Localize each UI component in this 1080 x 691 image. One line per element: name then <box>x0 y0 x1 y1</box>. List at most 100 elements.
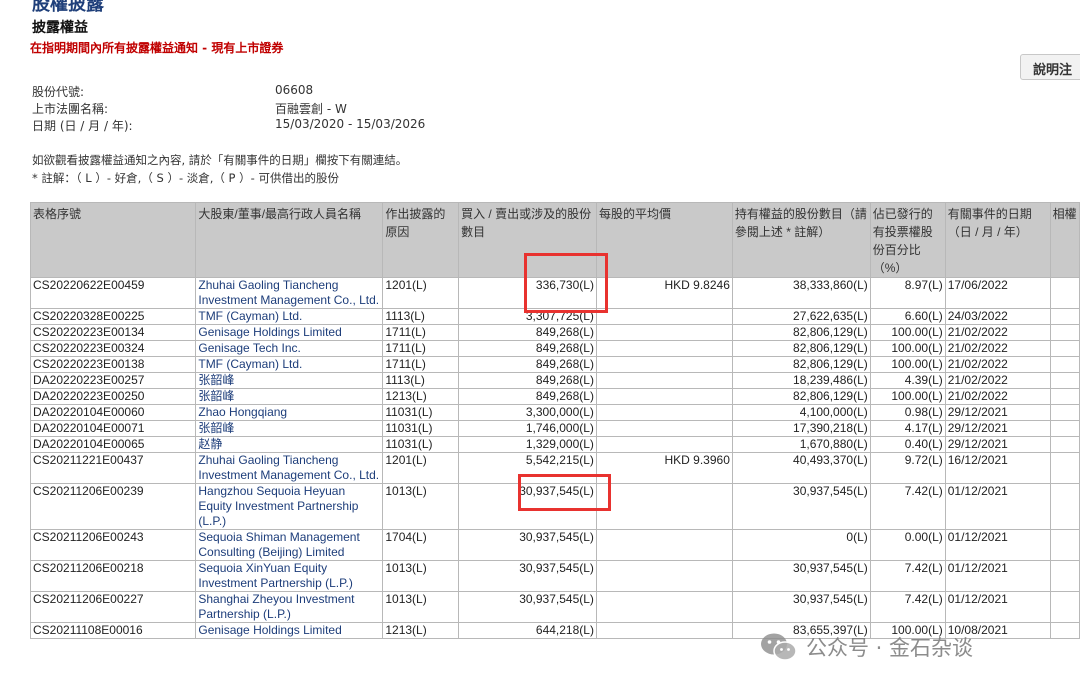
date-link[interactable]: 21/02/2022 <box>944 340 1051 357</box>
price-cell <box>595 324 733 341</box>
holder-name-link[interactable]: 张韶峰 <box>195 420 384 437</box>
extra-cell <box>1049 324 1080 341</box>
holder-name-link[interactable]: Zhuhai Gaoling Tiancheng Investment Mana… <box>195 452 384 484</box>
held-cell: 27,622,635(L) <box>731 308 871 325</box>
header-date: 有關事件的日期（日 / 月 / 年） <box>944 202 1051 278</box>
date-link[interactable]: 21/02/2022 <box>944 324 1051 341</box>
serial-link[interactable]: CS20211206E00218 <box>29 560 197 592</box>
serial-link[interactable]: CS20211221E00437 <box>29 452 197 484</box>
info-value: 百融雲創 - W <box>275 102 347 116</box>
serial-link[interactable]: CS20211206E00227 <box>29 591 197 623</box>
percent-cell: 100.00(L) <box>869 388 946 405</box>
reason-cell: 1711(L) <box>382 324 460 341</box>
date-link[interactable]: 01/12/2021 <box>944 483 1051 530</box>
holder-name-link[interactable]: 赵静 <box>195 436 384 453</box>
date-link[interactable]: 21/02/2022 <box>944 388 1051 405</box>
holder-name-link[interactable]: Zhuhai Gaoling Tiancheng Investment Mana… <box>195 277 384 309</box>
table-row: CS20211206E00227 Shanghai Zheyou Investme… <box>29 591 1080 623</box>
serial-link[interactable]: DA20220104E00060 <box>29 404 197 421</box>
held-cell: 82,806,129(L) <box>731 388 871 405</box>
held-cell: 82,806,129(L) <box>731 324 871 341</box>
header-held: 持有權益的股份數目（請參閱上述 * 註解） <box>731 202 871 278</box>
help-button[interactable]: 說明注 <box>1020 54 1080 80</box>
date-link[interactable]: 29/12/2021 <box>944 436 1051 453</box>
date-link[interactable]: 01/12/2021 <box>944 560 1051 592</box>
holder-name-link[interactable]: Shanghai Zheyou Investment Partnership (… <box>195 591 384 623</box>
table-row: DA20220104E00065 赵静 11031(L) 1,329,000(L) 1,… <box>29 436 1080 453</box>
holder-name-link[interactable]: Sequoia Shiman Management Consulting (Be… <box>195 529 384 561</box>
shares-cell: 1,329,000(L) <box>458 436 597 453</box>
percent-cell: 7.42(L) <box>869 591 946 623</box>
info-label: 上市法團名稱: <box>32 102 109 116</box>
percent-cell: 100.00(L) <box>869 340 946 357</box>
price-cell <box>595 436 733 453</box>
percent-cell: 0.98(L) <box>869 404 946 421</box>
serial-link[interactable]: DA20220104E00065 <box>29 436 197 453</box>
reason-cell: 1201(L) <box>382 277 460 309</box>
header-serial: 表格序號 <box>29 202 197 278</box>
holder-name-link[interactable]: 张韶峰 <box>195 388 384 405</box>
holder-name-link[interactable]: TMF (Cayman) Ltd. <box>195 356 384 373</box>
holder-name-link[interactable]: Zhao Hongqiang <box>195 404 384 421</box>
serial-link[interactable]: CS20220622E00459 <box>29 277 197 309</box>
table-row: DA20220104E00071 张韶峰 11031(L) 1,746,000(L) 1… <box>29 420 1080 437</box>
percent-cell: 8.97(L) <box>869 277 946 309</box>
price-cell <box>595 356 733 373</box>
serial-link[interactable]: CS20220328E00225 <box>29 308 197 325</box>
serial-link[interactable]: CS20220223E00138 <box>29 356 197 373</box>
shares-cell: 3,300,000(L) <box>458 404 597 421</box>
extra-cell <box>1049 420 1080 437</box>
price-cell: HKD 9.3960 <box>595 452 733 484</box>
date-link[interactable]: 17/06/2022 <box>944 277 1051 309</box>
shares-cell: 849,268(L) <box>458 372 597 389</box>
shares-cell: 30,937,545(L) <box>458 560 597 592</box>
serial-link[interactable]: DA20220223E00257 <box>29 372 197 389</box>
date-link[interactable]: 29/12/2021 <box>944 420 1051 437</box>
info-row: 上市法團名稱: 百融雲創 - W <box>32 100 425 117</box>
held-cell: 4,100,000(L) <box>731 404 871 421</box>
shares-cell: 849,268(L) <box>458 388 597 405</box>
held-cell: 1,670,880(L) <box>731 436 871 453</box>
percent-cell: 9.72(L) <box>869 452 946 484</box>
price-cell <box>595 622 733 639</box>
info-value: 15/03/2020 - 15/03/2026 <box>275 117 426 131</box>
table-row: CS20211206E00218 Sequoia XinYuan Equity I… <box>29 560 1080 592</box>
date-link[interactable]: 29/12/2021 <box>944 404 1051 421</box>
stock-info: 股份代號: 06608 上市法團名稱: 百融雲創 - W 日期 (日 / 月 /… <box>32 83 425 134</box>
serial-link[interactable]: CS20211108E00016 <box>29 622 197 639</box>
date-link[interactable]: 01/12/2021 <box>944 591 1051 623</box>
holder-name-link[interactable]: Genisage Holdings Limited <box>195 622 384 639</box>
held-cell: 30,937,545(L) <box>731 560 871 592</box>
serial-link[interactable]: DA20220104E00071 <box>29 420 197 437</box>
serial-link[interactable]: CS20211206E00239 <box>29 483 197 530</box>
date-link[interactable]: 21/02/2022 <box>944 372 1051 389</box>
date-link[interactable]: 24/03/2022 <box>944 308 1051 325</box>
percent-cell: 0.40(L) <box>869 436 946 453</box>
table-row: DA20220104E00060 Zhao Hongqiang 11031(L) 3,… <box>29 404 1080 421</box>
holder-name-link[interactable]: Genisage Holdings Limited <box>195 324 384 341</box>
note-line: * 註解：（ L ）- 好倉,（ S ）- 淡倉,（ P ）- 可供借出的股份 <box>32 171 339 185</box>
holder-name-link[interactable]: TMF (Cayman) Ltd. <box>195 308 384 325</box>
serial-link[interactable]: CS20220223E00134 <box>29 324 197 341</box>
serial-link[interactable]: CS20220223E00324 <box>29 340 197 357</box>
table-row: CS20220223E00138 TMF (Cayman) Ltd. 1711(L)… <box>29 356 1080 373</box>
date-link[interactable]: 16/12/2021 <box>944 452 1051 484</box>
info-row: 日期 (日 / 月 / 年): 15/03/2020 - 15/03/2026 <box>32 117 425 134</box>
percent-cell: 100.00(L) <box>869 324 946 341</box>
serial-link[interactable]: DA20220223E00250 <box>29 388 197 405</box>
holder-name-link[interactable]: Genisage Tech Inc. <box>195 340 384 357</box>
holder-name-link[interactable]: 张韶峰 <box>195 372 384 389</box>
holder-name-link[interactable]: Hangzhou Sequoia Heyuan Equity Investmen… <box>195 483 384 530</box>
price-cell <box>595 388 733 405</box>
price-cell: HKD 9.8246 <box>595 277 733 309</box>
date-link[interactable]: 21/02/2022 <box>944 356 1051 373</box>
holder-name-link[interactable]: Sequoia XinYuan Equity Investment Partne… <box>195 560 384 592</box>
shares-cell: 30,937,545(L) <box>458 591 597 623</box>
info-row: 股份代號: 06608 <box>32 83 425 100</box>
extra-cell <box>1049 388 1080 405</box>
held-cell: 18,239,486(L) <box>731 372 871 389</box>
date-link[interactable]: 01/12/2021 <box>944 529 1051 561</box>
table-row: DA20220223E00250 张韶峰 1213(L) 849,268(L) 82,8… <box>29 388 1080 405</box>
shares-cell: 849,268(L) <box>458 356 597 373</box>
serial-link[interactable]: CS20211206E00243 <box>29 529 197 561</box>
